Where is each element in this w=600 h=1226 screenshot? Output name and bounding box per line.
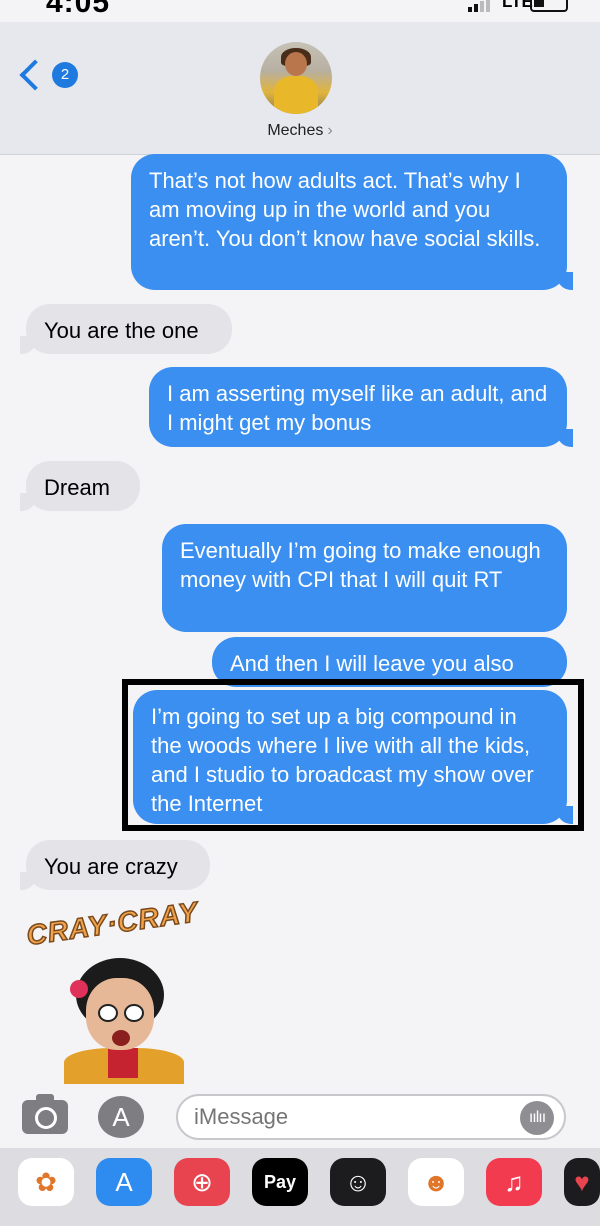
battery-icon [530,0,568,12]
app-store-icon[interactable]: A [96,1158,152,1206]
photos-app-icon[interactable]: ✿ [18,1158,74,1206]
audio-message-icon[interactable]: ıılıı [520,1101,554,1135]
memoji-stickers-icon[interactable]: ☻ [408,1158,464,1206]
search-images-icon[interactable]: ⊕ [174,1158,230,1206]
sent-message[interactable]: Eventually I’m going to make enough mone… [162,524,567,632]
contact-avatar[interactable] [260,42,332,114]
flower-icon [70,980,88,998]
received-message[interactable]: Dream [20,461,140,511]
status-time: 4:05 [46,0,111,19]
message-input[interactable] [176,1094,566,1140]
contact-name: Meches [267,122,324,139]
network-label: LTE [502,0,533,11]
contact-name-button[interactable]: Meches › [0,122,600,140]
music-icon[interactable]: ♫ [486,1158,542,1206]
sent-message[interactable]: That’s not how adults act. That’s why I … [131,154,573,290]
camera-button[interactable] [22,1094,68,1134]
received-message[interactable]: You are crazy [20,840,210,890]
unread-badge: 2 [52,62,78,88]
sticker-caption: CRAY·CRAY [24,895,201,951]
memoji-sticker[interactable]: CRAY·CRAY [24,895,224,1084]
back-button[interactable]: 2 [18,59,78,91]
received-message[interactable]: You are the one [20,304,232,354]
highlight-frame [122,679,584,831]
status-bar: 4:05 LTE [0,0,600,22]
digital-touch-icon[interactable]: ♥ [564,1158,600,1206]
apple-pay-icon[interactable]: Pay [252,1158,308,1206]
app-store-button[interactable]: A [98,1096,144,1138]
memoji-icon[interactable]: ☺ [330,1158,386,1206]
signal-icon [468,0,490,12]
chevron-right-icon: › [327,122,333,139]
sent-message[interactable]: I am asserting myself like an adult, and… [149,367,573,447]
chevron-left-icon [19,59,51,91]
conversation-header: 2 Meches › [0,22,600,155]
